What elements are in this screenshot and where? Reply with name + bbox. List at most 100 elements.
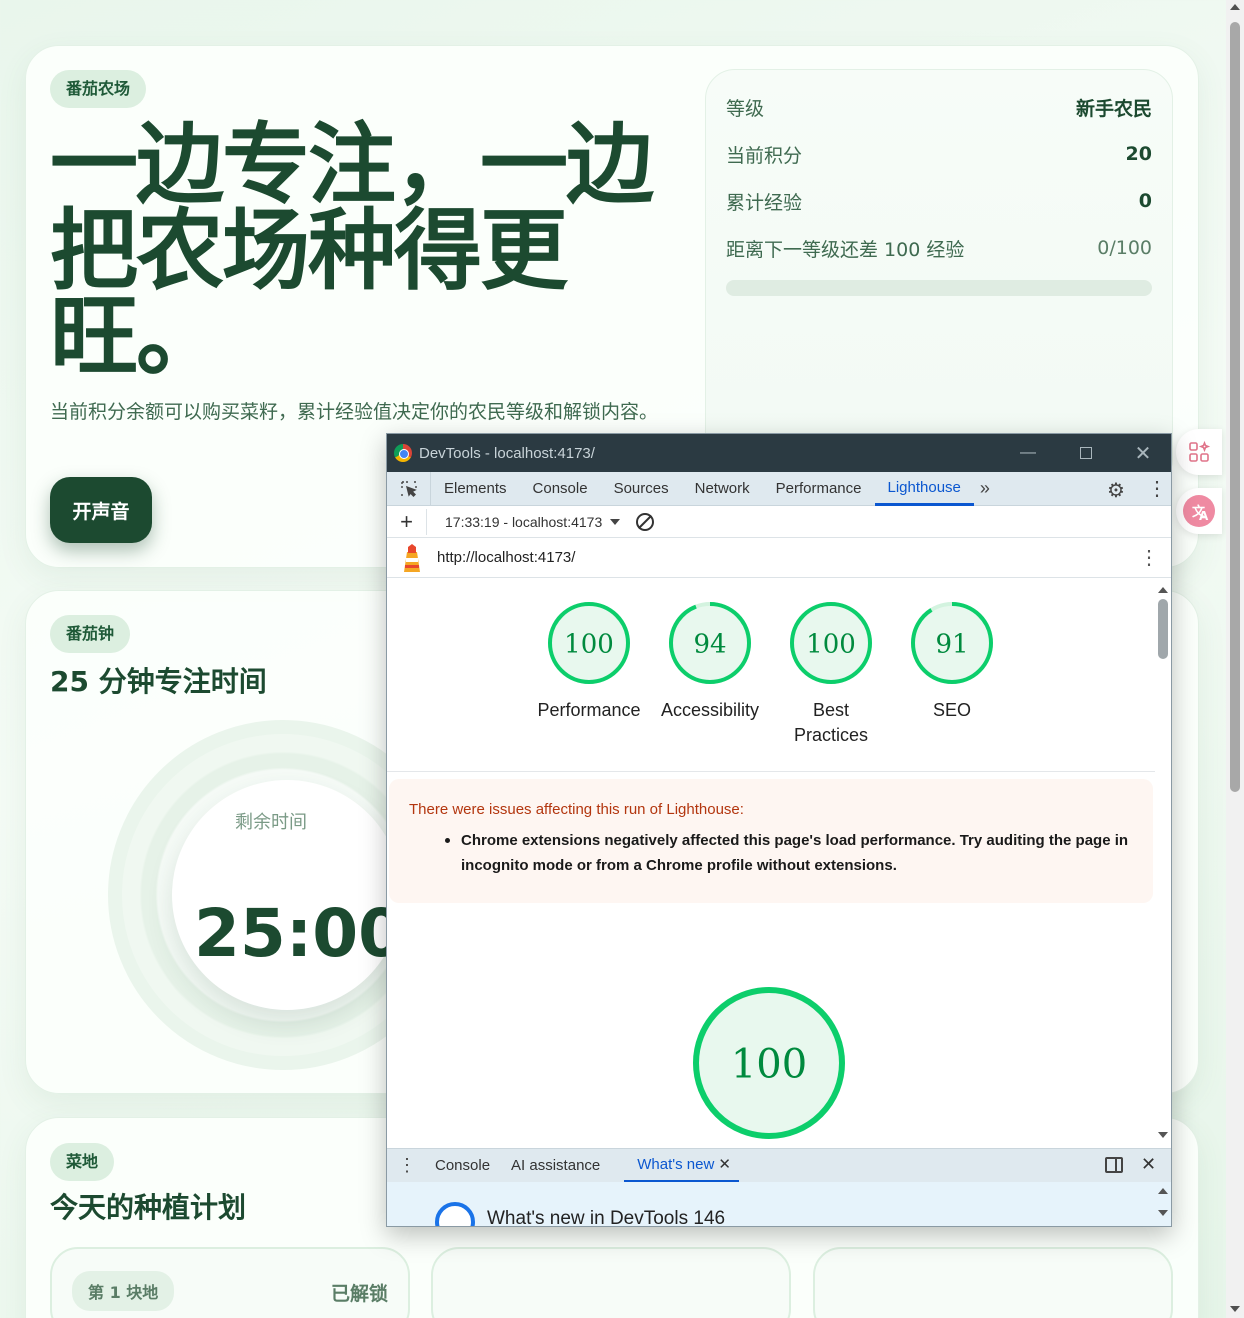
translate-icon[interactable]: 文A [1176, 488, 1222, 534]
gauge-label: Performance [537, 700, 641, 720]
stat-label: 累计经验 [726, 191, 803, 214]
page-scrollbar[interactable] [1226, 0, 1244, 1318]
stat-label: 当前积分 [726, 144, 803, 167]
drawer-tab-label: What's new [637, 1155, 715, 1173]
report-url[interactable]: http://localhost:4173/ [437, 549, 575, 566]
chrome-devtools-logo-icon [435, 1202, 475, 1226]
warning-heading: There were issues affecting this run of … [409, 801, 744, 818]
performance-big-gauge[interactable]: 100 [693, 987, 847, 1141]
tab-lighthouse[interactable]: Lighthouse [874, 472, 974, 506]
new-report-plus-icon[interactable]: + [387, 508, 427, 535]
gauge-score: 91 [935, 629, 968, 659]
dropdown-caret-icon [610, 518, 621, 525]
divider [387, 771, 1155, 772]
tab-elements[interactable]: Elements [431, 472, 520, 506]
devtools-main-tabs: Elements Console Sources Network Perform… [387, 471, 1171, 506]
lighthouse-toolbar: + 17:33:19 - localhost:4173 [387, 506, 1171, 538]
drawer-scrollbar[interactable] [1155, 1182, 1171, 1226]
sound-toggle-button[interactable]: 开声音 [50, 477, 152, 543]
tab-console[interactable]: Console [520, 472, 601, 506]
gauge-label: Accessibility [660, 700, 760, 720]
clear-reports-icon[interactable] [636, 512, 655, 531]
drawer-tabs: ⋮ Console AI assistance What's new ✕ ✕ [387, 1148, 1171, 1183]
plot-name: 第 1 块地 [72, 1271, 175, 1311]
stat-value: 20 [1125, 143, 1152, 165]
plot-status: 已解锁 [330, 1283, 388, 1305]
hero-title: 一边专注，一边把农场种得更旺。 [50, 113, 654, 388]
lighthouse-warning: There were issues affecting this run of … [389, 779, 1153, 903]
garden-title: 今天的种植计划 [50, 1191, 247, 1224]
devtools-window[interactable]: DevTools - localhost:4173/ — ✕ Elements … [386, 433, 1172, 1227]
whats-new-heading: What's new in DevTools 146 [487, 1208, 726, 1226]
hero-tag: 番茄农场 [50, 70, 147, 108]
report-selector[interactable]: 17:33:19 - localhost:4173 [427, 513, 621, 530]
stat-next-level: 距离下一等级还差 100 经验 0/100 [726, 233, 1152, 263]
drawer-tab-ai-assistance[interactable]: AI assistance [498, 1149, 624, 1183]
tab-sources[interactable]: Sources [601, 472, 682, 506]
chrome-logo-icon [394, 444, 412, 462]
plot-card[interactable]: 第 1 块地 已解锁 [50, 1247, 410, 1318]
score-gauge-seo[interactable]: 91 SEO [892, 602, 1012, 723]
stat-value: 新手农民 [1075, 97, 1152, 120]
report-url-bar: http://localhost:4173/ ⋮ [387, 538, 1171, 578]
drawer-tab-console[interactable]: Console [427, 1149, 498, 1183]
timer-value: 25:00 [194, 895, 405, 972]
lighthouse-logo-icon [401, 544, 423, 578]
svg-text:A: A [1199, 509, 1209, 523]
plot-card[interactable] [431, 1247, 791, 1318]
stats-panel: 等级 新手农民 当前积分 20 累计经验 0 距离下一等级还差 100 经验 0… [705, 69, 1173, 489]
hero-description: 当前积分余额可以购买菜籽，累计经验值决定你的农民等级和解锁内容。 [50, 401, 659, 423]
pomodoro-tag: 番茄钟 [50, 615, 131, 653]
stat-experience: 累计经验 0 [726, 186, 1152, 216]
devtools-titlebar[interactable]: DevTools - localhost:4173/ — ✕ [387, 434, 1171, 472]
scroll-up-arrow-icon[interactable] [1158, 587, 1168, 593]
page-scrollbar-thumb[interactable] [1230, 22, 1240, 792]
report-scrollbar[interactable] [1155, 579, 1172, 1144]
plot-card[interactable] [813, 1247, 1173, 1318]
settings-gear-icon[interactable]: ⚙ [1107, 478, 1125, 503]
stat-label: 距离下一等级还差 100 经验 [726, 238, 965, 261]
scroll-down-arrow-icon[interactable] [1158, 1132, 1168, 1138]
gauge-score: 100 [564, 629, 614, 659]
report-scrollbar-thumb[interactable] [1158, 599, 1168, 659]
tab-network[interactable]: Network [682, 472, 763, 506]
stat-level: 等级 新手农民 [726, 92, 1152, 122]
gauge-score: 100 [806, 629, 856, 659]
stat-value: 0 [1138, 190, 1152, 212]
more-tabs-chevron-icon[interactable]: » [974, 478, 996, 499]
drawer-tab-whats-new[interactable]: What's new ✕ [624, 1149, 739, 1183]
gauge-score: 94 [693, 629, 726, 659]
level-progress-bar [726, 280, 1152, 296]
score-gauge-accessibility[interactable]: 94 Accessibility [650, 602, 770, 723]
dock-side-icon[interactable] [1105, 1157, 1123, 1173]
stat-points: 当前积分 20 [726, 139, 1152, 169]
close-tab-icon[interactable]: ✕ [718, 1155, 731, 1173]
score-gauges: 100 Performance 94 Accessibility 100 Best Pra… [387, 602, 1155, 772]
tab-performance[interactable]: Performance [763, 472, 875, 506]
inspect-element-icon[interactable] [387, 471, 431, 506]
pomodoro-title: 25 分钟专注时间 [50, 665, 267, 698]
maximize-icon[interactable] [1057, 434, 1115, 472]
whats-new-panel: What's new in DevTools 146 [387, 1182, 1171, 1226]
scroll-up-arrow-icon[interactable] [1230, 4, 1240, 10]
score-gauge-best-practices[interactable]: 100 Best Practices [771, 602, 891, 748]
stat-value: 0/100 [1097, 237, 1152, 259]
scroll-down-arrow-icon[interactable] [1230, 1306, 1240, 1312]
report-menu-icon[interactable]: ⋮ [1139, 545, 1159, 570]
drawer-menu-icon[interactable]: ⋮ [387, 1155, 427, 1176]
apps-icon[interactable] [1176, 429, 1222, 475]
gauge-score: 100 [731, 1041, 807, 1087]
score-gauge-performance[interactable]: 100 Performance [529, 602, 649, 723]
garden-tag: 菜地 [50, 1143, 115, 1181]
stat-label: 等级 [726, 97, 765, 120]
kebab-menu-icon[interactable]: ⋮ [1147, 476, 1167, 501]
close-window-icon[interactable]: ✕ [1114, 434, 1172, 472]
warning-text: Chrome extensions negatively affected th… [445, 828, 1133, 878]
report-selector-label: 17:33:19 - localhost:4173 [445, 513, 603, 530]
timer-label: 剩余时间 [235, 812, 307, 833]
close-drawer-icon[interactable]: ✕ [1141, 1154, 1156, 1175]
devtools-window-title: DevTools - localhost:4173/ [419, 444, 595, 462]
gauge-label: SEO [932, 700, 971, 720]
minimize-icon[interactable]: — [999, 434, 1057, 472]
gauge-label: Best Practices [793, 700, 869, 745]
